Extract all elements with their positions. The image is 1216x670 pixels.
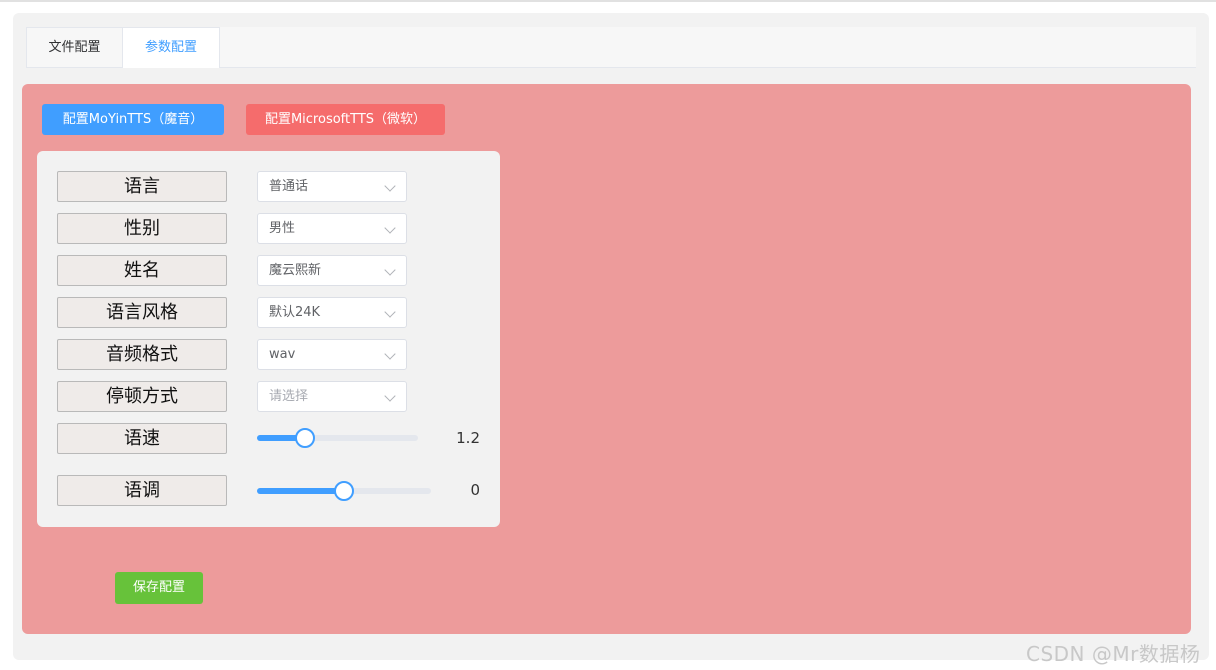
gender-label: 性别	[57, 213, 227, 244]
language-select[interactable]: 普通话	[257, 171, 407, 202]
style-label: 语言风格	[57, 297, 227, 328]
pitch-slider[interactable]	[257, 481, 431, 501]
tab-file-config[interactable]: 文件配置	[26, 27, 123, 67]
pause-select[interactable]: 请选择	[257, 381, 407, 412]
config-microsoft-button[interactable]: 配置MicrosoftTTS（微软）	[246, 104, 445, 135]
gender-select[interactable]: 男性	[257, 213, 407, 244]
language-label: 语言	[57, 171, 227, 202]
pause-select-placeholder: 请选择	[269, 389, 309, 404]
chevron-down-icon	[384, 348, 396, 360]
name-select-value: 魔云熙新	[269, 263, 322, 278]
save-config-button[interactable]: 保存配置	[115, 572, 203, 604]
tab-param-config[interactable]: 参数配置	[123, 27, 220, 68]
watermark: CSDN @Mr数据杨	[1026, 642, 1201, 666]
name-select[interactable]: 魔云熙新	[257, 255, 407, 286]
pitch-label: 语调	[57, 475, 227, 506]
chevron-down-icon	[384, 306, 396, 318]
gender-select-value: 男性	[269, 221, 296, 236]
pitch-slider-handle[interactable]	[334, 481, 354, 501]
chevron-down-icon	[384, 390, 396, 402]
pitch-slider-fill	[257, 488, 344, 494]
speed-value: 1.2	[456, 429, 480, 447]
tab-bar: 文件配置 参数配置	[26, 27, 1196, 68]
chevron-down-icon	[384, 222, 396, 234]
chevron-down-icon	[384, 264, 396, 276]
chevron-down-icon	[384, 180, 396, 192]
pause-label: 停顿方式	[57, 381, 227, 412]
name-label: 姓名	[57, 255, 227, 286]
speed-slider[interactable]	[257, 428, 418, 448]
speed-label: 语速	[57, 423, 227, 454]
style-select[interactable]: 默认24K	[257, 297, 407, 328]
style-select-value: 默认24K	[269, 305, 321, 320]
format-select[interactable]: wav	[257, 339, 407, 370]
pitch-value: 0	[470, 481, 480, 499]
language-select-value: 普通话	[269, 179, 309, 194]
config-moyin-button[interactable]: 配置MoYinTTS（魔音）	[42, 104, 224, 135]
format-select-value: wav	[269, 347, 296, 362]
top-divider	[0, 0, 1216, 2]
format-label: 音频格式	[57, 339, 227, 370]
